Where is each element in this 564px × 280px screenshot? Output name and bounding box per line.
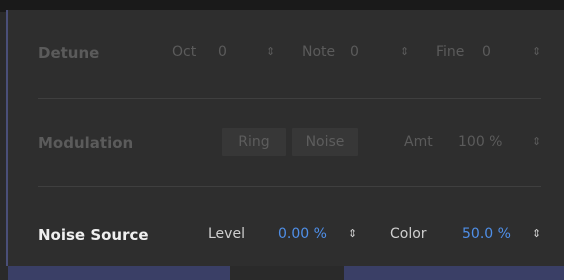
level-value[interactable]: 0.00 % [278,226,327,242]
modulation-row: Modulation Ring Noise Amt 100 % ⇕ [8,126,564,160]
bottom-strip [344,266,564,280]
color-spinner-icon[interactable]: ⇕ [532,227,541,241]
noise-source-title: Noise Source [38,226,149,244]
modulation-title: Modulation [38,134,134,152]
fine-spinner-icon[interactable]: ⇕ [532,45,541,59]
amt-value[interactable]: 100 % [458,134,502,150]
divider [38,98,541,99]
detune-title: Detune [38,44,100,62]
oct-value[interactable]: 0 [218,44,227,60]
color-label: Color [390,226,427,242]
amt-label: Amt [404,134,433,150]
color-value[interactable]: 50.0 % [462,226,511,242]
oscillator-settings-panel: Detune Oct 0 ⇕ Note 0 ⇕ Fine 0 ⇕ Modulat… [6,10,564,266]
note-spinner-icon[interactable]: ⇕ [400,45,409,59]
level-label: Level [208,226,245,242]
noise-source-row: Noise Source Level 0.00 % ⇕ Color 50.0 %… [8,220,564,250]
bottom-strip [8,266,230,280]
amt-spinner-icon[interactable]: ⇕ [532,135,541,149]
oct-label: Oct [172,44,197,60]
note-label: Note [302,44,336,60]
synth-oscillator-panel: Detune Oct 0 ⇕ Note 0 ⇕ Fine 0 ⇕ Modulat… [0,0,564,280]
oct-spinner-icon[interactable]: ⇕ [266,45,275,59]
fine-label: Fine [436,44,465,60]
divider [38,186,541,187]
noise-button[interactable]: Noise [292,128,358,156]
level-spinner-icon[interactable]: ⇕ [348,227,357,241]
detune-row: Detune Oct 0 ⇕ Note 0 ⇕ Fine 0 ⇕ [8,38,564,68]
ring-button[interactable]: Ring [222,128,286,156]
fine-value[interactable]: 0 [482,44,491,60]
note-value[interactable]: 0 [350,44,359,60]
